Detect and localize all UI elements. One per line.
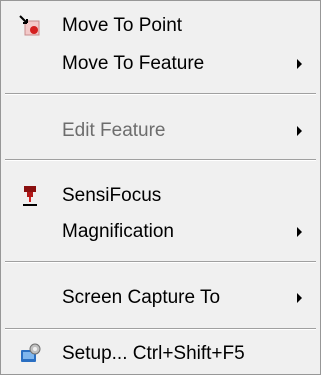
menu-item-label: Move To Point <box>62 15 183 36</box>
menu-item-edit-feature: Edit Feature <box>4 112 317 150</box>
menu-item-magnification[interactable]: Magnification <box>4 213 317 251</box>
submenu-arrow-icon <box>297 126 302 136</box>
submenu-arrow-icon <box>297 293 302 303</box>
submenu-arrow-icon <box>297 59 302 69</box>
menu-item-move-to-feature[interactable]: Move To Feature <box>4 45 317 83</box>
menu-item-move-to-point[interactable]: Move To Point <box>4 7 317 45</box>
menu-separator <box>5 159 316 161</box>
menu-separator <box>5 261 316 263</box>
menu-item-label: Magnification <box>62 221 174 242</box>
menu-item-label: Screen Capture To <box>62 287 221 308</box>
menu-item-label: Edit Feature <box>62 120 166 141</box>
context-menu: Move To Point Move To Feature Edit Featu… <box>0 0 321 375</box>
menu-item-label: Move To Feature <box>62 53 205 74</box>
sensifocus-probe-icon <box>18 184 42 208</box>
move-to-point-icon <box>18 14 42 38</box>
submenu-arrow-icon <box>297 227 302 237</box>
menu-separator <box>5 328 316 330</box>
menu-item-screen-capture-to[interactable]: Screen Capture To <box>4 279 317 317</box>
menu-item-setup[interactable]: Setup... Ctrl+Shift+F5 <box>4 335 317 373</box>
setup-icon <box>18 342 42 366</box>
menu-item-label: SensiFocus <box>62 185 162 206</box>
menu-item-sensifocus[interactable]: SensiFocus <box>4 177 317 215</box>
menu-separator <box>5 93 316 95</box>
menu-item-label: Setup... Ctrl+Shift+F5 <box>62 343 245 364</box>
